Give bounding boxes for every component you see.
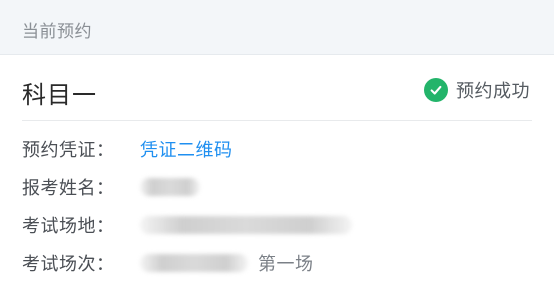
divider — [22, 120, 532, 121]
field-row-certificate: 预约凭证： 凭证二维码 — [22, 135, 233, 163]
section-title: 当前预约 — [22, 22, 92, 42]
field-label: 报考姓名： — [22, 178, 115, 199]
status-text: 预约成功 — [456, 81, 530, 102]
status-badge: 预约成功 — [424, 77, 530, 103]
section-header: 当前预约 — [0, 0, 554, 55]
qr-code-link[interactable]: 凭证二维码 — [140, 136, 233, 162]
reservation-card: 科目一 预约成功 预约凭证： 凭证二维码 报考姓名： 考试场地： 考试场次： 第… — [0, 55, 554, 290]
field-row-session: 考试场次： 第一场 — [22, 249, 314, 277]
redacted-value — [140, 216, 352, 234]
field-row-venue: 考试场地： — [22, 211, 352, 239]
redacted-value — [140, 178, 200, 196]
field-label: 考试场次： — [22, 254, 115, 275]
field-row-name: 报考姓名： — [22, 173, 200, 201]
check-circle-icon — [424, 78, 448, 102]
field-label: 预约凭证： — [22, 140, 115, 161]
redacted-value — [140, 254, 248, 272]
field-label: 考试场地： — [22, 216, 115, 237]
subject-title: 科目一 — [22, 81, 97, 109]
session-suffix: 第一场 — [258, 254, 314, 275]
